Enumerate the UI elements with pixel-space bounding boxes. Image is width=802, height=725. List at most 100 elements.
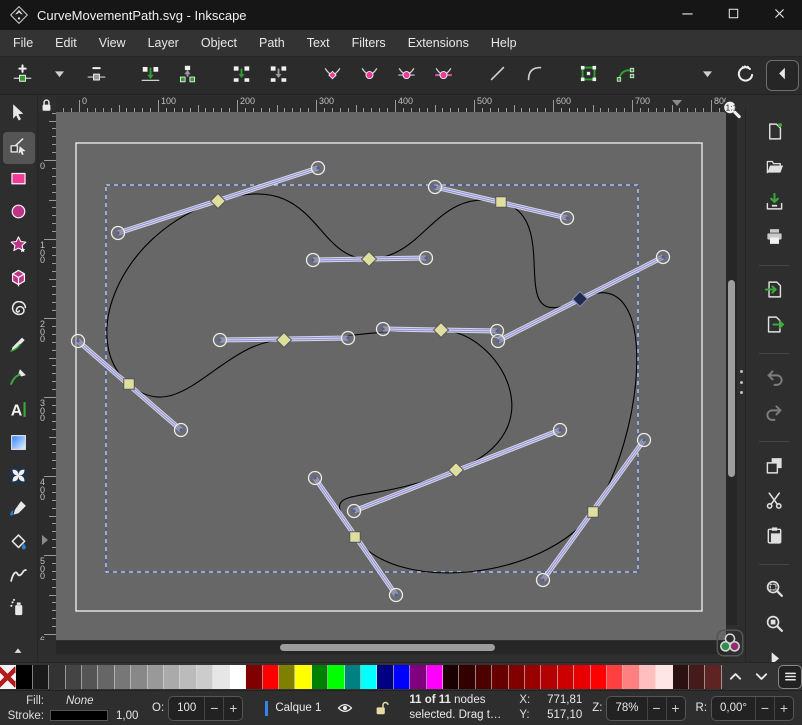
zoom-spinner[interactable]: 78% − + bbox=[606, 696, 685, 721]
color-swatch[interactable] bbox=[98, 665, 114, 689]
rectangle-tool[interactable] bbox=[3, 165, 35, 197]
undo-button[interactable] bbox=[757, 367, 791, 393]
color-swatch[interactable] bbox=[213, 665, 229, 689]
stroke-width-value[interactable]: 1,00 bbox=[116, 710, 138, 722]
color-swatch[interactable] bbox=[82, 665, 98, 689]
open-document-button[interactable] bbox=[757, 156, 791, 182]
menu-file[interactable]: File bbox=[2, 32, 44, 54]
node-smooth-button[interactable] bbox=[354, 61, 385, 91]
menu-help[interactable]: Help bbox=[480, 32, 528, 54]
vertical-scrollbar-thumb[interactable] bbox=[728, 280, 735, 477]
color-swatch[interactable] bbox=[279, 665, 295, 689]
color-swatch[interactable] bbox=[591, 665, 607, 689]
paste-button[interactable] bbox=[757, 525, 791, 551]
insert-node-button[interactable] bbox=[7, 61, 38, 91]
menu-edit[interactable]: Edit bbox=[44, 32, 88, 54]
new-document-button[interactable] bbox=[757, 121, 791, 147]
color-swatch[interactable] bbox=[197, 665, 213, 689]
path-node-square[interactable] bbox=[350, 532, 361, 543]
color-swatch[interactable] bbox=[361, 665, 377, 689]
color-swatch[interactable] bbox=[230, 665, 246, 689]
fill-value[interactable]: None bbox=[66, 695, 94, 707]
delete-node-button[interactable] bbox=[81, 61, 112, 91]
vertical-scrollbar[interactable] bbox=[726, 112, 737, 625]
ellipse-tool[interactable] bbox=[3, 198, 35, 230]
color-swatch[interactable] bbox=[558, 665, 574, 689]
toolbox-more-icon[interactable] bbox=[11, 644, 27, 656]
layer-lock-icon[interactable] bbox=[369, 698, 393, 718]
color-swatch[interactable] bbox=[394, 665, 410, 689]
canvas[interactable] bbox=[56, 112, 726, 640]
rotation-spinner[interactable]: 0,00° − + bbox=[711, 696, 794, 721]
redo-button[interactable] bbox=[757, 402, 791, 428]
color-swatch[interactable] bbox=[49, 665, 65, 689]
color-management-toggle-icon[interactable] bbox=[716, 629, 744, 657]
color-swatch[interactable] bbox=[33, 665, 49, 689]
swatch-none[interactable] bbox=[0, 665, 16, 689]
menu-path[interactable]: Path bbox=[248, 32, 296, 54]
color-swatch[interactable] bbox=[623, 665, 639, 689]
collapse-toolbar-button[interactable] bbox=[766, 60, 799, 91]
opacity-decrease-button[interactable]: − bbox=[204, 696, 223, 721]
layer-visibility-eye-icon[interactable] bbox=[333, 698, 357, 718]
color-swatch[interactable] bbox=[180, 665, 196, 689]
node-cusp-button[interactable] bbox=[317, 61, 348, 91]
color-swatch[interactable] bbox=[427, 665, 443, 689]
gradient-tool[interactable] bbox=[3, 429, 35, 461]
text-tool[interactable]: A bbox=[3, 396, 35, 428]
join-nodes-button[interactable] bbox=[135, 61, 166, 91]
color-swatch[interactable] bbox=[131, 665, 147, 689]
path-node-square[interactable] bbox=[124, 379, 135, 390]
insert-node-dropdown-button[interactable] bbox=[44, 61, 75, 91]
object-to-path-button[interactable] bbox=[573, 61, 604, 91]
menu-object[interactable]: Object bbox=[190, 32, 248, 54]
menu-view[interactable]: View bbox=[88, 32, 137, 54]
color-swatch[interactable] bbox=[115, 665, 131, 689]
spray-tool[interactable] bbox=[3, 594, 35, 626]
color-swatch[interactable] bbox=[607, 665, 623, 689]
color-swatch[interactable] bbox=[443, 665, 459, 689]
zoom-corner-icon[interactable]: 1:1 bbox=[720, 98, 742, 122]
color-swatch[interactable] bbox=[492, 665, 508, 689]
palette-scroll-down-button[interactable] bbox=[748, 665, 774, 689]
mesh-gradient-tool[interactable] bbox=[3, 462, 35, 494]
cut-button[interactable] bbox=[757, 490, 791, 516]
zoom-drawing-button[interactable] bbox=[757, 613, 791, 639]
color-swatch[interactable] bbox=[295, 665, 311, 689]
color-swatch[interactable] bbox=[476, 665, 492, 689]
tweak-tool[interactable] bbox=[3, 561, 35, 593]
path-node-square[interactable] bbox=[496, 197, 507, 208]
selector-tool[interactable] bbox=[3, 99, 35, 131]
color-swatch[interactable] bbox=[246, 665, 262, 689]
dropper-tool[interactable] bbox=[3, 495, 35, 527]
close-button[interactable] bbox=[756, 0, 802, 30]
opacity-increase-button[interactable]: + bbox=[223, 696, 242, 721]
horizontal-scrollbar[interactable] bbox=[56, 641, 726, 654]
fill-stroke-indicator[interactable]: Fill: None Stroke: 1,00 bbox=[0, 691, 148, 725]
color-swatch[interactable] bbox=[541, 665, 557, 689]
layer-name[interactable]: Calque 1 bbox=[275, 702, 321, 714]
pencil-tool[interactable] bbox=[3, 330, 35, 362]
color-swatch[interactable] bbox=[689, 665, 705, 689]
vertical-ruler[interactable]: 0100200300400500600 bbox=[38, 112, 56, 640]
menu-text[interactable]: Text bbox=[296, 32, 341, 54]
opacity-value[interactable]: 100 bbox=[169, 702, 204, 714]
rotation-decrease-button[interactable]: − bbox=[755, 696, 774, 721]
rotation-increase-button[interactable]: + bbox=[774, 696, 793, 721]
color-swatch[interactable] bbox=[328, 665, 344, 689]
color-swatch[interactable] bbox=[640, 665, 656, 689]
print-document-button[interactable] bbox=[757, 226, 791, 252]
star-tool[interactable] bbox=[3, 231, 35, 263]
lpe-parameter-button[interactable] bbox=[729, 61, 760, 91]
menu-extensions[interactable]: Extensions bbox=[397, 32, 480, 54]
zoom-increase-button[interactable]: + bbox=[666, 696, 685, 721]
color-swatch[interactable] bbox=[263, 665, 279, 689]
color-swatch[interactable] bbox=[459, 665, 475, 689]
path-node-square[interactable] bbox=[588, 507, 599, 518]
node-auto-button[interactable] bbox=[428, 61, 459, 91]
color-swatch[interactable] bbox=[673, 665, 689, 689]
rotation-value[interactable]: 0,00° bbox=[712, 702, 755, 714]
zoom-selection-button[interactable] bbox=[757, 578, 791, 604]
palette-scroll-up-button[interactable] bbox=[722, 665, 748, 689]
duplicate-button[interactable] bbox=[757, 455, 791, 481]
